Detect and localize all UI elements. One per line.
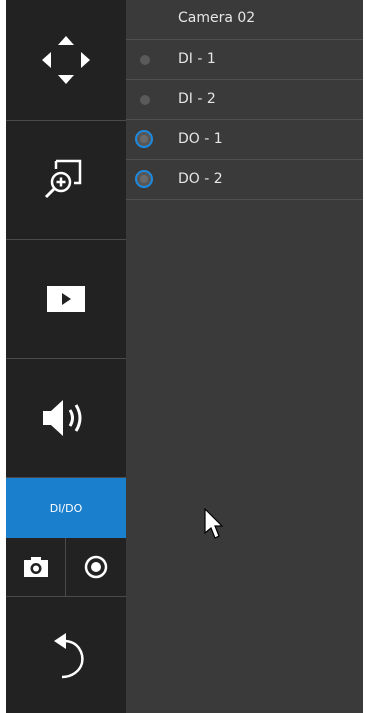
dido-label: DI/DO [49,501,83,515]
record-button[interactable] [66,538,126,597]
do-label: DO - 1 [178,131,223,147]
dido-panel: Camera 02 DI - 1 DI - 2 DO - 1 DO - 2 [126,0,363,713]
playback-button[interactable] [6,240,126,359]
ptz-button[interactable] [6,0,126,121]
di-status-indicator [140,55,150,65]
di-status-indicator [140,95,150,105]
di-row: DI - 2 [126,80,363,120]
di-label: DI - 2 [178,91,216,107]
undo-arrow-icon [54,633,84,679]
digital-zoom-button[interactable] [6,121,126,240]
left-toolbar: DI/DO [6,0,126,713]
zoom-in-icon [44,159,82,199]
mouse-pointer-icon [204,508,224,539]
record-icon [84,555,108,579]
di-label: DI - 1 [178,51,216,67]
do-row[interactable]: DO - 1 [126,120,363,160]
app-frame: DI/DO Camera 02 DI - 1 DI - 2 DO - 1 DO … [6,0,363,713]
do-label: DO - 2 [178,171,223,187]
camera-icon [23,557,48,577]
snapshot-button[interactable] [6,538,66,597]
speaker-icon [43,400,82,436]
audio-button[interactable] [6,359,126,478]
dido-button[interactable]: DI/DO [6,478,126,538]
di-row: DI - 1 [126,40,363,80]
do-toggle[interactable] [135,130,153,148]
do-row[interactable]: DO - 2 [126,160,363,200]
camera-title: Camera 02 [178,10,256,26]
do-toggle[interactable] [135,170,153,188]
move-arrows-icon [42,36,90,84]
back-button[interactable] [6,597,126,713]
camera-header: Camera 02 [126,0,363,40]
play-icon [47,286,85,312]
